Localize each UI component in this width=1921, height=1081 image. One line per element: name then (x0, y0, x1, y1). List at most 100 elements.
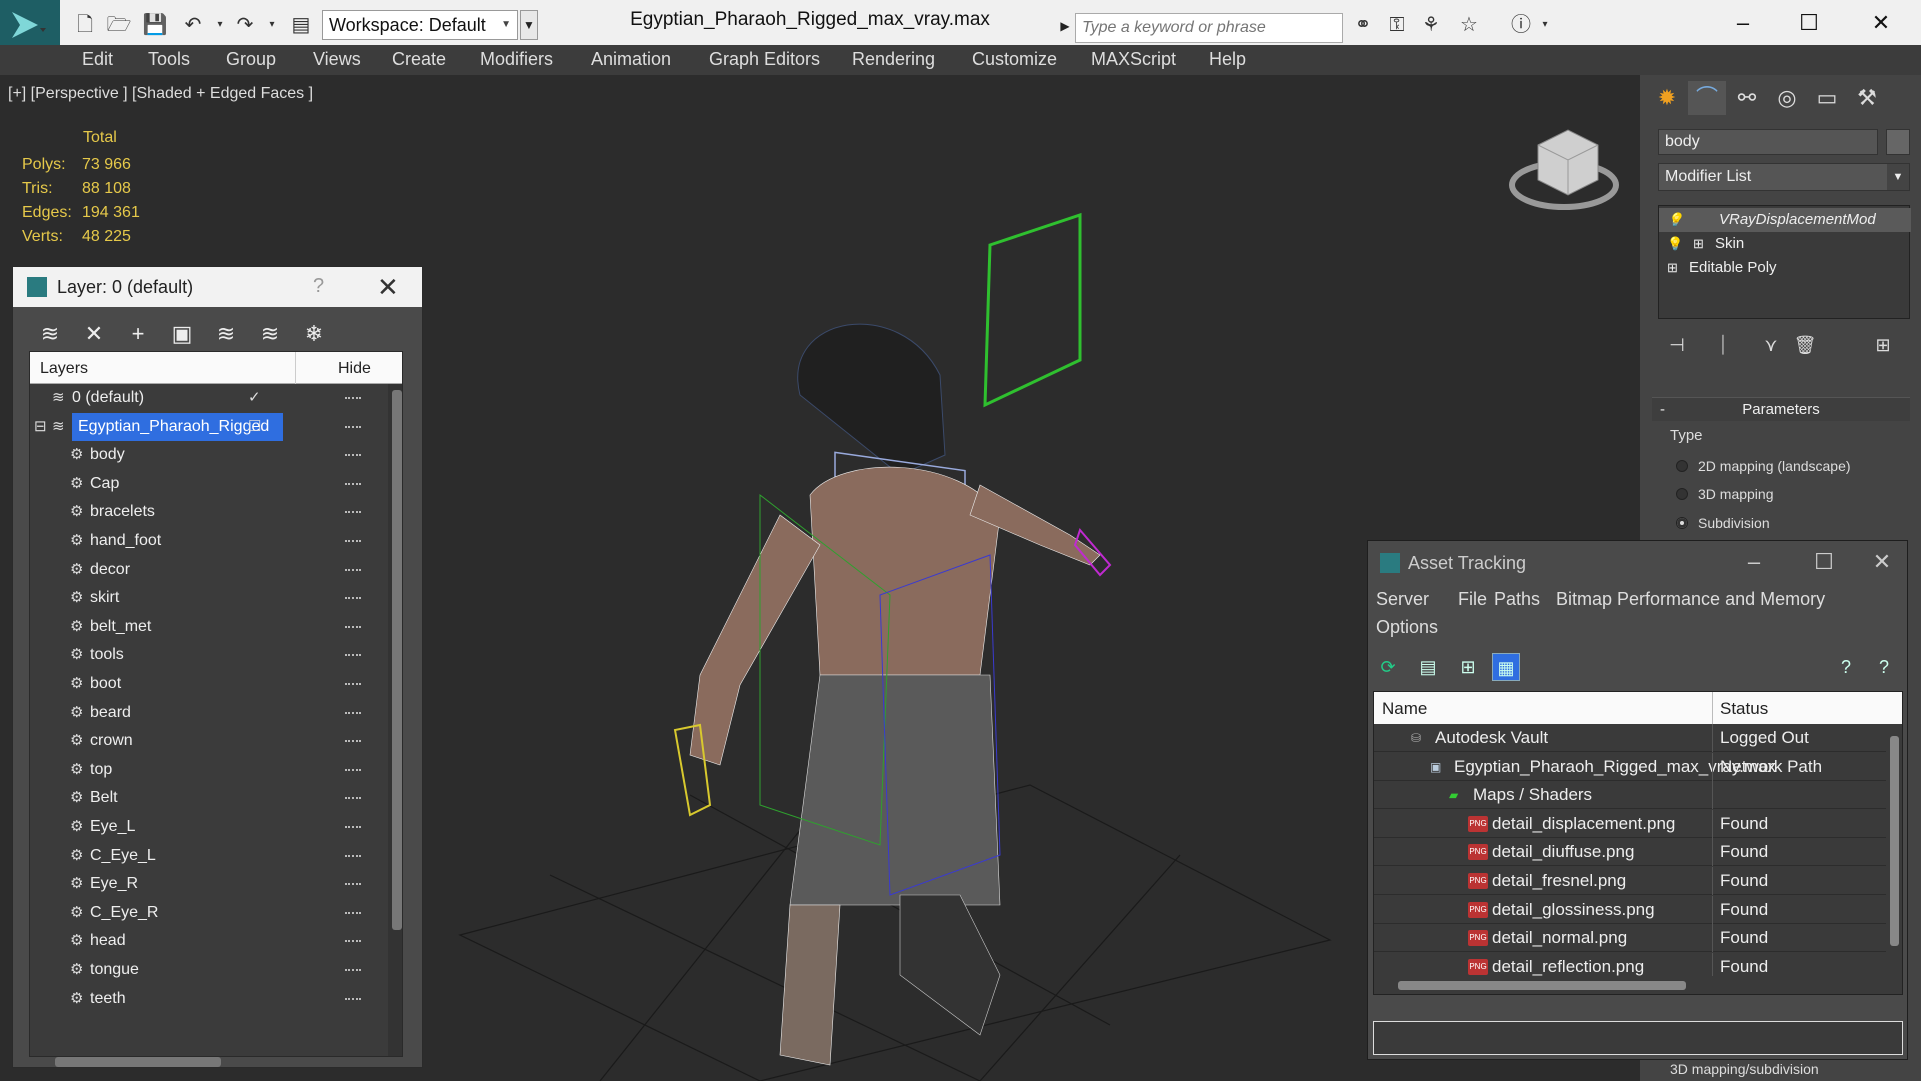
redo-dropdown-icon[interactable]: ▾ (259, 12, 285, 38)
layer-row[interactable]: ⚙ body (30, 441, 382, 469)
layer-row[interactable]: ⚙ Belt (30, 784, 382, 812)
menu-bitmap-performance[interactable]: Bitmap Performance and Memory (1556, 589, 1825, 610)
layer-row[interactable]: ⚙ bracelets (30, 498, 382, 526)
hide-toggle[interactable] (345, 482, 361, 485)
hide-toggle[interactable] (345, 969, 361, 971)
viewcube-icon[interactable] (1509, 129, 1619, 210)
asset-row[interactable]: ▰ Maps / Shaders (1374, 781, 1886, 810)
menu-customize[interactable]: Customize (972, 49, 1057, 70)
app-menu-button[interactable] (0, 0, 60, 50)
utilities-tab-icon[interactable]: ⚒ (1848, 81, 1886, 115)
layer-row[interactable]: ⚙ Cap (30, 470, 382, 498)
menu-rendering[interactable]: Rendering (852, 49, 935, 70)
expand-plus-icon[interactable]: ⊞ (1667, 256, 1683, 280)
radio-2d-mapping[interactable]: 2D mapping (landscape) (1676, 458, 1851, 474)
layer-row[interactable]: ⚙ top (30, 756, 382, 784)
hide-toggle[interactable] (345, 540, 361, 542)
menu-help[interactable]: Help (1209, 49, 1246, 70)
asset-row[interactable]: ▣ Egyptian_Pharaoh_Rigged_max_vray.max Net… (1374, 752, 1886, 781)
expand-plus-icon[interactable]: ⊞ (1693, 232, 1709, 256)
hide-all-icon[interactable]: ≋ (255, 319, 285, 349)
menu-graph-editors[interactable]: Graph Editors (709, 49, 820, 70)
show-end-result-icon[interactable]: ⏐ (1708, 335, 1738, 356)
asset-row[interactable]: PNG detail_glossiness.png Found (1374, 895, 1886, 924)
refresh-icon[interactable]: ⟳ (1374, 653, 1402, 681)
freeze-all-icon[interactable]: ❄ (299, 319, 329, 349)
hide-toggle[interactable] (345, 940, 361, 943)
hide-toggle[interactable] (345, 597, 361, 600)
layer-row[interactable]: ⚙ C_Eye_L (30, 842, 382, 870)
asset-row[interactable]: PNG detail_displacement.png Found (1374, 809, 1886, 838)
configure-modifier-sets-icon[interactable]: ⊞ (1868, 335, 1898, 356)
help-icon[interactable]: ? (313, 275, 324, 298)
layer-row[interactable]: ⚙ skirt (30, 584, 382, 612)
collapse-icon[interactable]: ⊟ (34, 413, 47, 441)
layer-panel-title-bar[interactable]: Layer: 0 (default) ? ✕ (13, 267, 422, 307)
lightbulb-icon[interactable]: 💡 (1667, 232, 1683, 256)
motion-tab-icon[interactable]: ◎ (1768, 81, 1806, 115)
hierarchy-tab-icon[interactable]: ⚯ (1728, 81, 1766, 115)
highlight-layer-icon[interactable]: ≋ (211, 319, 241, 349)
maximize-button[interactable]: ☐ (1804, 547, 1844, 577)
hide-toggle[interactable] (345, 397, 361, 399)
asset-row[interactable]: PNG detail_normal.png Found (1374, 924, 1886, 953)
help-icon[interactable]: ⓘ (1508, 12, 1534, 38)
asset-row[interactable]: ⛁ Autodesk Vault Logged Out (1374, 724, 1886, 752)
remove-modifier-icon[interactable]: 🗑 (1790, 335, 1820, 356)
minimize-button[interactable]: – (1734, 547, 1774, 577)
layer-row[interactable]: ⚙ Eye_L (30, 813, 382, 841)
vertical-scrollbar[interactable] (388, 384, 402, 1056)
undo-icon[interactable]: ↶ (180, 12, 206, 38)
minimize-button[interactable]: – (1720, 6, 1766, 40)
tree-view-icon[interactable]: ⊞ (1454, 653, 1482, 681)
asset-path-field[interactable] (1373, 1021, 1903, 1055)
hide-toggle[interactable] (345, 654, 361, 657)
menu-options[interactable]: Options (1376, 617, 1438, 638)
layer-row[interactable]: ⚙ tongue (30, 956, 382, 984)
maximize-button[interactable]: ☐ (1786, 6, 1832, 40)
hide-toggle[interactable] (345, 883, 361, 886)
layer-row[interactable]: ⚙ decor (30, 556, 382, 584)
parameters-rollout-header[interactable]: - Parameters (1652, 397, 1910, 421)
modify-tab-icon[interactable]: ⌒ (1688, 81, 1726, 115)
workspace-menu-button[interactable]: ▼ (520, 10, 538, 40)
open-file-icon[interactable]: 🗁 (106, 12, 132, 38)
layer-row[interactable]: ⊟ ≋ Egyptian_Pharaoh_Rigged ☐ (30, 412, 382, 441)
menu-edit[interactable]: Edit (82, 49, 113, 70)
menu-tools[interactable]: Tools (148, 49, 190, 70)
search-expand-icon[interactable]: ▶ (1055, 12, 1075, 40)
modifier-list-dropdown[interactable]: Modifier List ▼ (1658, 163, 1910, 191)
new-file-icon[interactable]: 🗋 (72, 12, 98, 38)
menu-animation[interactable]: Animation (591, 49, 671, 70)
hide-toggle[interactable] (345, 911, 361, 914)
project-folder-icon[interactable]: ▤ (288, 12, 314, 38)
menu-modifiers[interactable]: Modifiers (480, 49, 553, 70)
hide-toggle[interactable] (345, 568, 361, 571)
pin-stack-icon[interactable]: ⊣ (1662, 335, 1692, 356)
hide-toggle[interactable] (345, 740, 361, 743)
set-active-layer-icon[interactable]: ☐ (248, 413, 261, 441)
layer-row[interactable]: ⚙ belt_met (30, 613, 382, 641)
layer-row[interactable]: ≋ 0 (default) ✓ (30, 384, 382, 412)
help-icon[interactable]: ? (1832, 653, 1860, 681)
add-to-layer-icon[interactable]: + (123, 319, 153, 349)
layer-row[interactable]: ⚙ hand_foot (30, 527, 382, 555)
menu-maxscript[interactable]: MAXScript (1091, 49, 1176, 70)
vertical-scrollbar[interactable] (1886, 724, 1902, 974)
binoculars-icon[interactable]: ⚭ (1350, 12, 1376, 38)
layer-row[interactable]: ⚙ C_Eye_R (30, 899, 382, 927)
layer-row[interactable]: ⚙ tools (30, 641, 382, 669)
hide-toggle[interactable] (345, 511, 361, 514)
layer-row[interactable]: ⚙ beard (30, 699, 382, 727)
delete-layer-icon[interactable]: ✕ (79, 319, 109, 349)
stack-item-skin[interactable]: 💡 ⊞ Skin (1659, 232, 1911, 256)
layer-row[interactable]: ⚙ Eye_R (30, 870, 382, 898)
workspace-dropdown[interactable]: Workspace: Default ▼ (322, 10, 518, 40)
list-view-icon[interactable]: ▤ (1414, 653, 1442, 681)
hide-toggle[interactable] (345, 683, 361, 685)
key-icon[interactable]: ⚿ (1384, 12, 1410, 38)
hide-toggle[interactable] (345, 711, 361, 714)
redo-icon[interactable]: ↷ (232, 12, 258, 38)
horizontal-scrollbar[interactable] (1374, 976, 1886, 994)
hide-toggle[interactable] (345, 826, 361, 828)
